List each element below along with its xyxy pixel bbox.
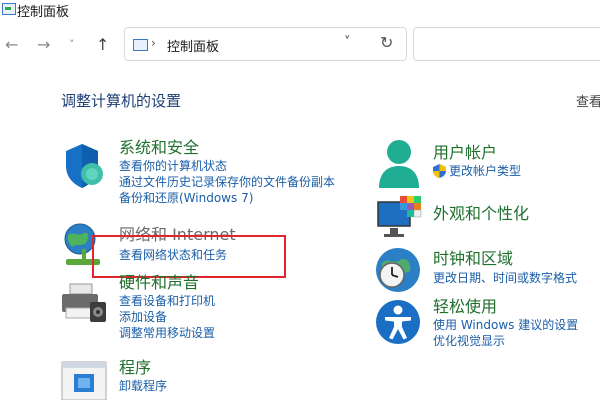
search-input[interactable] [413,27,600,61]
category-programs: 程序 卸载程序 [119,358,167,394]
category-title[interactable]: 硬件和声音 [119,273,215,293]
link-backup-restore[interactable]: 备份和还原(Windows 7) [119,190,335,206]
category-clock-region: 时钟和区域 更改日期、时间或数字格式 [433,249,577,286]
control-panel-icon [2,3,16,15]
chevron-down-icon[interactable]: ˅ [344,35,351,50]
accessibility-icon[interactable] [374,298,422,346]
link-change-date-time-format[interactable]: 更改日期、时间或数字格式 [433,270,577,286]
category-appearance: 外观和个性化 [433,204,529,224]
link-view-computer-status[interactable]: 查看你的计算机状态 [119,158,335,174]
category-title[interactable]: 轻松使用 [433,297,578,317]
category-system-security: 系统和安全 查看你的计算机状态 通过文件历史记录保存你的文件备份副本 备份和还原… [119,138,335,206]
printer-icon[interactable] [60,282,108,326]
link-windows-suggested-settings[interactable]: 使用 Windows 建议的设置 [433,317,578,333]
link-uninstall-program[interactable]: 卸载程序 [119,378,167,394]
link-file-history[interactable]: 通过文件历史记录保存你的文件备份副本 [119,174,335,190]
shield-icon[interactable] [62,142,106,190]
address-bar[interactable]: › 控制面板 ˅ ↻ [124,27,407,61]
forward-arrow-icon[interactable]: → [37,37,50,53]
refresh-icon[interactable]: ↻ [380,33,393,52]
link-label[interactable]: 更改帐户类型 [449,164,521,178]
link-devices-printers[interactable]: 查看设备和打印机 [119,293,215,309]
window-title: 控制面板 [17,5,70,20]
breadcrumb-control-panel[interactable]: 控制面板 [167,36,219,55]
category-user-accounts: 用户帐户 更改帐户类型 [433,143,521,179]
user-account-icon[interactable] [376,138,422,190]
category-ease-of-access: 轻松使用 使用 Windows 建议的设置 优化视觉显示 [433,297,578,349]
link-add-device[interactable]: 添加设备 [119,309,215,325]
page-title: 调整计算机的设置 [61,92,182,110]
uac-shield-icon [433,164,446,178]
back-arrow-icon[interactable]: ← [5,37,18,53]
category-hardware-sound: 硬件和声音 查看设备和打印机 添加设备 调整常用移动设置 [119,273,215,341]
up-arrow-icon[interactable]: ↑ [96,37,109,53]
title-bar: 控制面板 [0,0,600,20]
view-by-label[interactable]: 查看 [576,91,600,110]
highlight-box [92,235,286,278]
link-optimize-visual-display[interactable]: 优化视觉显示 [433,333,578,349]
appearance-monitor-icon[interactable] [376,196,424,240]
link-change-account-type[interactable]: 更改帐户类型 [433,163,521,179]
category-title[interactable]: 程序 [119,358,167,378]
clock-globe-icon[interactable] [374,245,422,295]
control-panel-icon [133,39,148,51]
category-title[interactable]: 用户帐户 [433,143,521,163]
recent-locations-chevron-icon[interactable]: ˅ [69,37,75,53]
chevron-right-icon[interactable]: › [151,36,156,50]
category-title[interactable]: 时钟和区域 [433,249,577,269]
programs-icon[interactable] [60,360,108,400]
category-title[interactable]: 系统和安全 [119,138,335,158]
link-mobility-settings[interactable]: 调整常用移动设置 [119,325,215,341]
category-title[interactable]: 外观和个性化 [433,204,529,224]
